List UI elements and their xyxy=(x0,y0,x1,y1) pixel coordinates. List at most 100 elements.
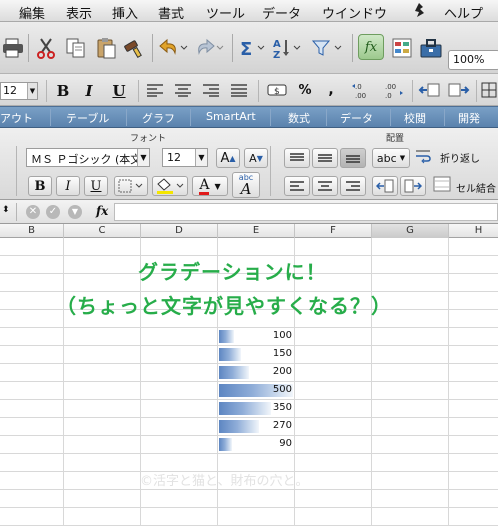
menu-window[interactable]: ウインドウ xyxy=(322,3,387,22)
undo-icon[interactable] xyxy=(156,36,190,60)
tab-developer[interactable]: 開発 xyxy=(458,110,480,126)
fill-color-button[interactable] xyxy=(152,176,188,196)
gallery-icon[interactable] xyxy=(390,36,414,60)
tab-layout[interactable]: アウト xyxy=(0,110,33,126)
underline-button[interactable]: U xyxy=(108,80,130,102)
column-header-d[interactable]: D xyxy=(141,224,218,238)
currency-icon[interactable]: $ xyxy=(264,80,290,100)
increase-decimal-icon[interactable]: .0.00 xyxy=(350,80,376,100)
align-center-button[interactable] xyxy=(312,176,338,196)
name-box-stepper[interactable]: ⬍ xyxy=(2,205,10,215)
wrap-text-label[interactable]: 折り返し xyxy=(440,150,480,165)
borders-icon[interactable] xyxy=(480,80,498,100)
filter-icon[interactable] xyxy=(310,36,344,60)
cell-value[interactable]: 350 xyxy=(220,402,292,413)
underline-button[interactable]: U xyxy=(84,176,108,196)
redo-icon[interactable] xyxy=(192,36,226,60)
cut-icon[interactable] xyxy=(34,36,58,60)
script-icon[interactable] xyxy=(412,2,426,22)
increase-indent-button[interactable] xyxy=(400,176,426,196)
tab-data[interactable]: データ xyxy=(340,110,373,126)
menu-help[interactable]: ヘルプ xyxy=(444,3,483,22)
bold-button[interactable]: B xyxy=(28,176,52,196)
outdent-icon[interactable] xyxy=(416,80,442,100)
cancel-icon[interactable]: ✕ xyxy=(26,205,40,219)
column-header-c[interactable]: C xyxy=(64,224,141,238)
percent-icon[interactable]: % xyxy=(294,80,316,100)
cell-value[interactable]: 100 xyxy=(220,330,292,341)
comma-icon[interactable]: , xyxy=(322,80,340,100)
align-left-icon[interactable] xyxy=(144,80,166,100)
align-left-button[interactable] xyxy=(284,176,310,196)
orientation-button[interactable]: abc ▼ xyxy=(372,148,410,168)
tab-smartart[interactable]: SmartArt xyxy=(206,110,256,123)
formula-input[interactable] xyxy=(114,203,498,221)
align-right-button[interactable] xyxy=(340,176,366,196)
borders-button[interactable] xyxy=(114,176,148,196)
justify-icon[interactable] xyxy=(228,80,250,100)
align-center-icon[interactable] xyxy=(172,80,194,100)
font-size-select-small[interactable]: 12 ▼ xyxy=(0,82,38,100)
column-header-b[interactable]: B xyxy=(0,224,64,238)
formula-builder-icon[interactable]: fx xyxy=(358,34,384,60)
font-color-button[interactable]: A ▼ xyxy=(192,176,228,196)
decrease-indent-button[interactable] xyxy=(372,176,398,196)
standard-toolbar: Σ AZ fx 100% xyxy=(0,22,498,74)
cell-value[interactable]: 90 xyxy=(220,438,292,449)
svg-text:Z: Z xyxy=(273,50,280,59)
tab-review[interactable]: 校閲 xyxy=(404,110,426,126)
print-icon[interactable] xyxy=(0,36,26,60)
ribbon-home: フォント 配置 ＭＳ Ｐゴシック (本文) ▼ 12 ▼ A ▲ A ▼ B I U… xyxy=(0,128,498,200)
column-header-g[interactable]: G xyxy=(372,224,449,238)
bold-button[interactable]: B xyxy=(52,80,74,102)
shrink-font-button[interactable]: A ▼ xyxy=(244,148,268,168)
cell-value[interactable]: 270 xyxy=(220,420,292,431)
menu-data[interactable]: データ xyxy=(262,3,301,22)
italic-button[interactable]: I xyxy=(56,176,80,196)
toolbox-icon[interactable] xyxy=(418,36,444,60)
cell-value[interactable]: 200 xyxy=(220,366,292,377)
worksheet-grid[interactable]: グラデーションに！ （ちょっと文字が見やすくなる？） 100 150 200 500 3… xyxy=(0,238,498,526)
column-header-f[interactable]: F xyxy=(295,224,372,238)
merge-cells-icon[interactable] xyxy=(432,174,452,194)
font-size-select[interactable]: 12 ▼ xyxy=(162,148,208,167)
merge-cells-label[interactable]: セル結合 xyxy=(456,180,496,195)
column-headers: B C D E F G H xyxy=(0,224,498,238)
copy-icon[interactable] xyxy=(64,36,88,60)
tab-charts[interactable]: グラフ xyxy=(142,110,175,126)
confirm-icon[interactable]: ✓ xyxy=(46,205,60,219)
zoom-select[interactable]: 100% xyxy=(448,50,498,70)
align-middle-button[interactable] xyxy=(312,148,338,168)
indent-icon[interactable] xyxy=(446,80,472,100)
menu-view[interactable]: 表示 xyxy=(66,3,92,22)
cell-value[interactable]: 150 xyxy=(220,348,292,359)
tab-formulas[interactable]: 数式 xyxy=(288,110,310,126)
align-right-icon[interactable] xyxy=(200,80,222,100)
column-header-e[interactable]: E xyxy=(218,224,295,238)
italic-button[interactable]: I xyxy=(78,80,100,102)
align-bottom-button[interactable] xyxy=(340,148,366,168)
menu-edit[interactable]: 編集 xyxy=(19,3,45,22)
cell-value[interactable]: 500 xyxy=(220,384,292,395)
chevron-down-icon: ▼ xyxy=(195,149,207,166)
format-painter-icon[interactable] xyxy=(122,36,148,60)
phonetic-guide-button[interactable]: abc A xyxy=(232,172,260,198)
menu-insert[interactable]: 挿入 xyxy=(112,3,138,22)
sort-icon[interactable]: AZ xyxy=(272,36,302,60)
tab-tables[interactable]: テーブル xyxy=(66,110,109,126)
format-toolbar: 12 ▼ B I U $ % , .0.00 .00.0 xyxy=(0,74,498,106)
column-header-h[interactable]: H xyxy=(449,224,498,238)
menu-format[interactable]: 書式 xyxy=(158,3,184,22)
chevron-down-icon[interactable]: ▼ xyxy=(68,205,82,219)
autosum-icon[interactable]: Σ xyxy=(238,36,266,60)
svg-text:$: $ xyxy=(274,87,280,97)
menu-tools[interactable]: ツール xyxy=(206,3,245,22)
paste-icon[interactable] xyxy=(94,36,118,60)
grow-font-button[interactable]: A ▲ xyxy=(216,148,240,168)
wrap-text-icon[interactable] xyxy=(414,146,432,166)
function-button[interactable]: fx xyxy=(96,204,108,218)
font-name-select[interactable]: ＭＳ Ｐゴシック (本文) ▼ xyxy=(26,148,150,167)
align-top-button[interactable] xyxy=(284,148,310,168)
outdent-icon xyxy=(376,179,394,193)
decrease-decimal-icon[interactable]: .00.0 xyxy=(380,80,406,100)
